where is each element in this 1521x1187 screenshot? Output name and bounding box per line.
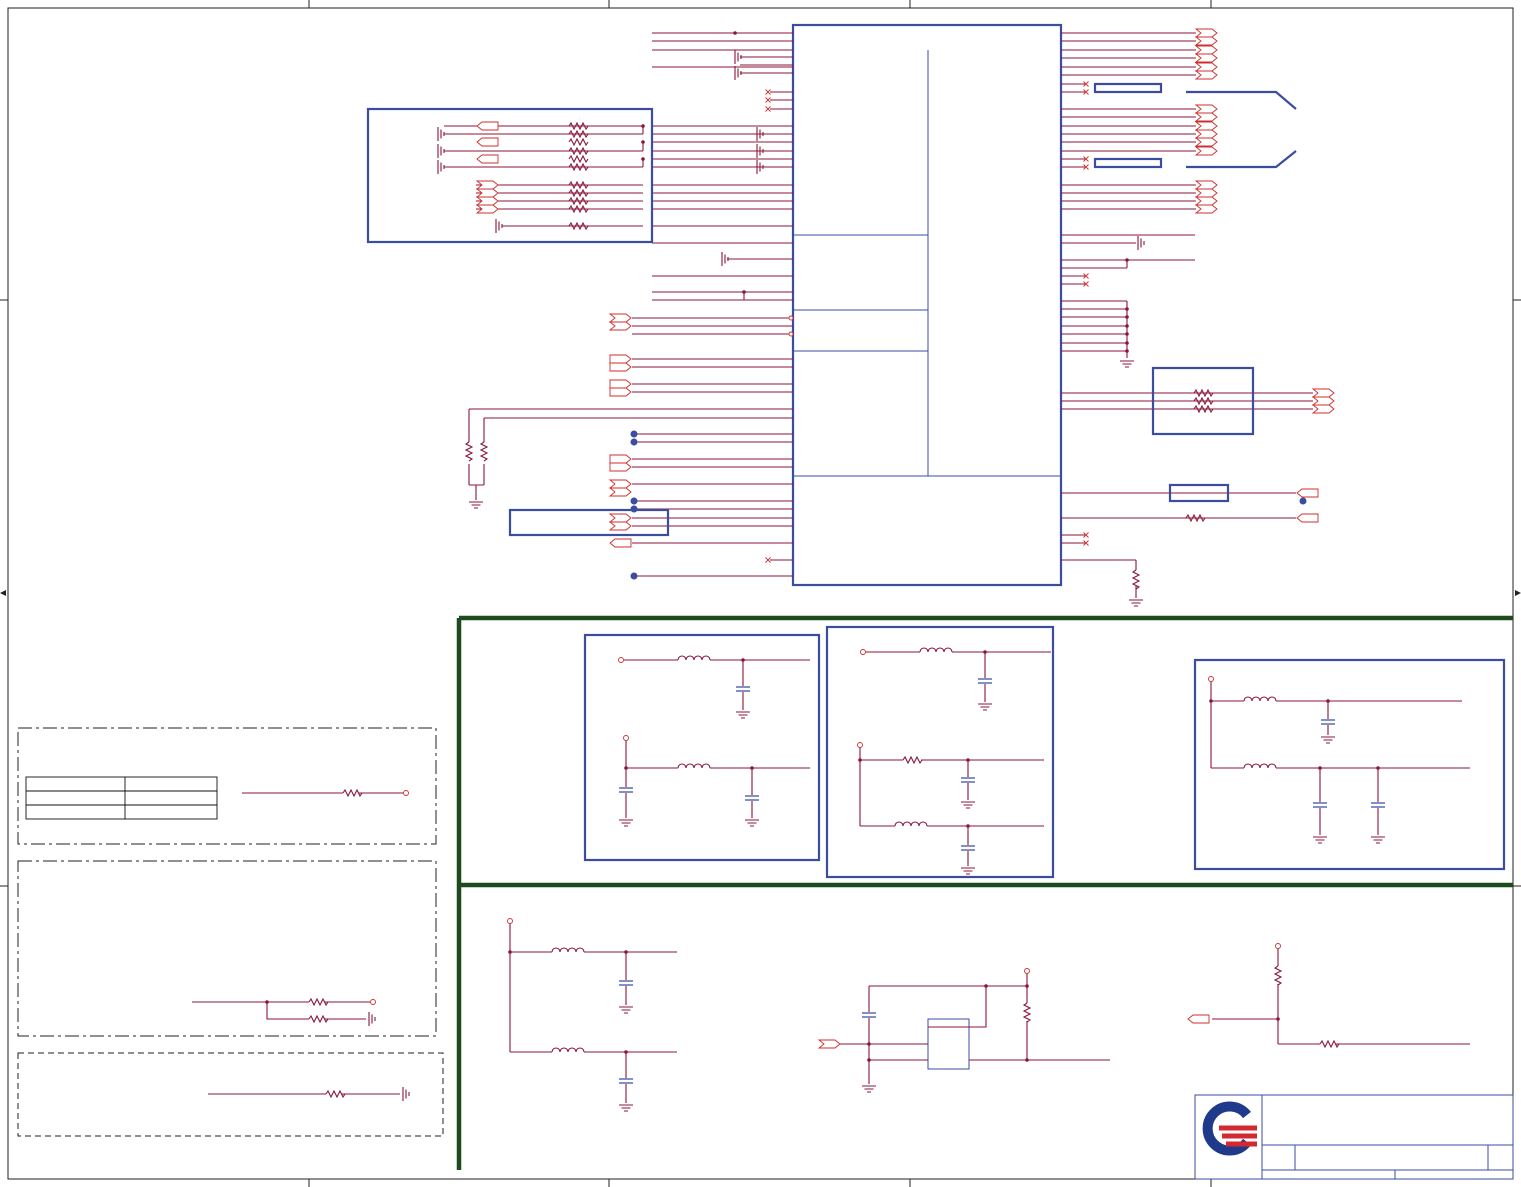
ic-left-pin-wires: [469, 31, 794, 580]
reset-ic-circuit: [818, 968, 1110, 1093]
pulldown-resistor-pair: [465, 409, 488, 509]
power-filter-block-1: [583, 633, 821, 862]
power-filter-block-2: [825, 625, 1055, 879]
sheet-frame: [0, 0, 1521, 1187]
option-box-1: [17, 727, 437, 845]
schematic-sheet: [0, 0, 1521, 1187]
pullup-series-network: [1187, 943, 1470, 1048]
company-logo-icon: [1202, 1101, 1257, 1156]
main-ic-block: [791, 23, 1063, 587]
option-box-2: [17, 860, 437, 1037]
option-box-3: [17, 1052, 444, 1137]
lower-filter-circuit: [507, 918, 677, 1112]
series-resistor-block: [366, 107, 654, 244]
power-filter-block-3: [1193, 658, 1506, 871]
ic-right-pin-wires: [1061, 28, 1335, 607]
